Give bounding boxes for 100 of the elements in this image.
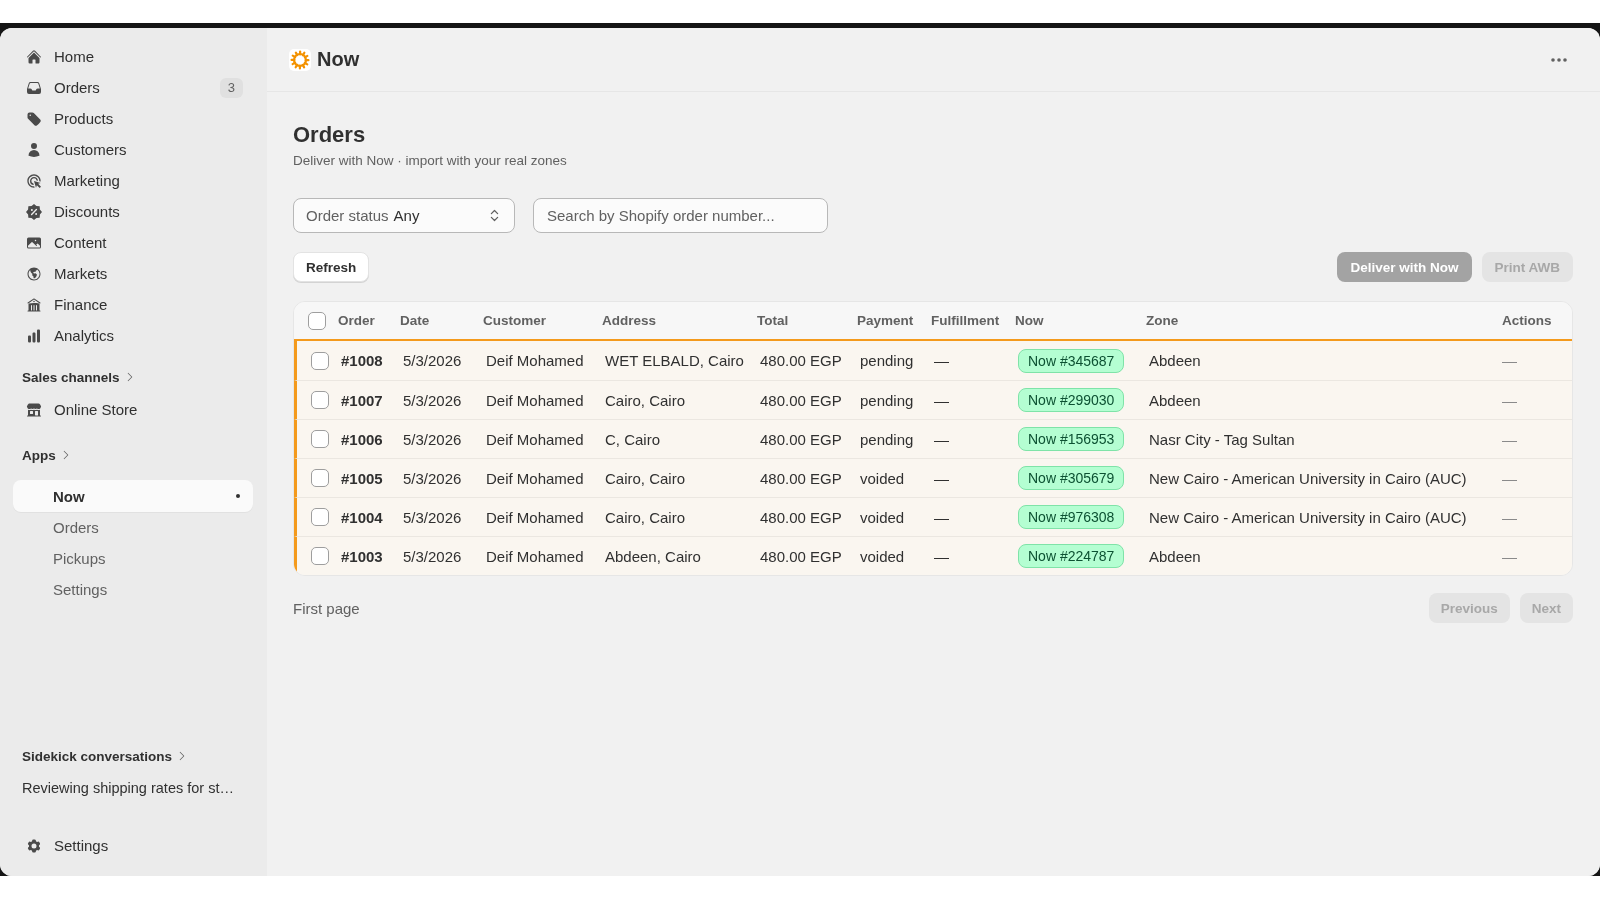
inbox-icon [26,79,42,96]
table-cell-text: 5/3/2026 [403,352,463,369]
order-status-select[interactable]: Order status Any [293,198,515,233]
column-header: Zone [1146,313,1180,328]
table-cell-text: Deif Mohamed [486,352,585,369]
table-cell-text: Deif Mohamed [486,547,585,565]
nav-item[interactable]: Content [13,227,253,258]
table-cell-text: 480.00 EGP [760,508,843,526]
row-checkbox[interactable] [311,508,329,526]
table-cell-text: 5/3/2026 [403,547,463,565]
nav-item[interactable]: Finance [13,289,253,320]
table-cell-text: — [1502,469,1518,487]
delivery-badge: Now #976308 [1018,505,1125,529]
row-checkbox[interactable] [311,469,329,487]
nav-item[interactable]: Settings [13,830,253,861]
order-number[interactable]: #1003 [341,547,403,565]
conversation-link[interactable]: Reviewing shipping rates for st… [0,772,234,804]
nav-item[interactable]: Products [13,103,253,134]
nav-item[interactable]: Online Store [13,394,253,425]
home-icon [26,48,42,65]
nav-item[interactable]: Analytics [13,320,253,351]
select-all-checkbox[interactable] [308,311,326,330]
table-cell-text: Cairo, Cairo [605,391,687,409]
table-cell-text: Abdeen, Cairo [605,547,702,565]
table-cell-text: Cairo, Cairo [605,469,687,487]
table-cell-text: pending [860,352,915,369]
table-cell-text: 5/3/2026 [403,508,463,526]
table-cell-text: Deif Mohamed [486,508,585,526]
nav-item[interactable]: Markets [13,258,253,289]
target-cursor-icon [26,172,42,189]
table-cell-text: voided [860,469,906,487]
table-cell-text: 5/3/2026 [403,391,463,409]
sub-nav-item[interactable]: Orders [13,512,253,543]
table-cell-text: Deif Mohamed [486,391,585,409]
order-number[interactable]: #1007 [341,391,403,409]
order-number[interactable]: #1008 [341,352,403,369]
table-cell-text: — [934,508,950,526]
nav-item[interactable]: Customers [13,134,253,165]
column-header: Total [757,313,790,328]
nav-item[interactable]: Discounts [13,196,253,227]
more-icon [1551,57,1567,62]
row-checkbox[interactable] [311,547,329,565]
table-cell-text: Abdeen [1149,391,1202,409]
section-link[interactable]: Sales channels [0,365,136,389]
table-cell-text: Nasr City - Tag Sultan [1149,430,1296,448]
table-cell-text: voided [860,508,906,526]
globe-icon [26,265,42,282]
percent-badge-icon [26,203,42,220]
column-header: Date [400,313,431,328]
table-cell-text: 5/3/2026 [403,430,463,448]
table-cell-text: — [934,391,950,409]
sub-nav-item[interactable]: Settings [13,574,253,605]
section-link[interactable]: Apps [0,443,72,467]
table-cell-text: — [934,430,950,448]
table-cell-text: 480.00 EGP [760,391,843,409]
count-badge: 3 [219,77,243,98]
delivery-badge: Now #299030 [1018,388,1125,412]
table-cell-text: — [1502,547,1518,565]
dot-icon [236,494,240,498]
column-header: Customer [483,313,547,328]
table-cell-text: — [934,469,950,487]
nav-item[interactable]: Marketing [13,165,253,196]
order-number[interactable]: #1005 [341,469,403,487]
table-cell-text: WET ELBALD, Cairo [605,352,745,369]
order-number[interactable]: #1006 [341,430,403,448]
table-cell-text: Abdeen [1149,547,1202,565]
bar-chart-icon [26,327,42,344]
table-cell-text: 480.00 EGP [760,547,843,565]
page-title: Orders [293,121,367,149]
row-checkbox[interactable] [311,430,329,448]
table-cell-text: Deif Mohamed [486,430,585,448]
tag-icon [26,110,42,127]
section-link[interactable]: Sidekick conversations [0,744,189,768]
column-header: Payment [857,313,915,328]
table-cell-text: voided [860,547,906,565]
delivery-badge: Now #224787 [1018,544,1125,568]
storefront-icon [26,401,42,418]
search-field[interactable]: Search by Shopify order number... [533,198,828,233]
refresh-button[interactable]: Refresh [293,252,370,282]
page-subtitle: Deliver with Now · import with your real zones [293,152,568,170]
table-cell-text: Deif Mohamed [486,469,585,487]
row-checkbox[interactable] [311,391,329,409]
column-header: Actions [1502,313,1553,328]
table-cell-text: — [934,547,950,565]
order-number[interactable]: #1004 [341,508,403,526]
row-checkbox[interactable] [311,351,329,370]
table-cell-text: — [1502,508,1518,526]
table-cell-text: — [1502,430,1518,448]
app-nav-item[interactable]: Now [13,480,253,512]
table-cell-text: New Cairo - American University in Cairo (AUC) [1149,469,1468,487]
table-cell-text: Abdeen [1149,352,1202,369]
delivery-badge: Now #345687 [1018,348,1125,373]
table-cell-text: — [934,352,950,369]
nav-item[interactable]: Orders 3 [13,72,253,103]
table-cell-text: Cairo, Cairo [605,508,687,526]
table-cell-text: 480.00 EGP [760,352,843,369]
nav-item[interactable]: Home [13,41,253,72]
sub-nav-item[interactable]: Pickups [13,543,253,574]
table-cell-text: 480.00 EGP [760,430,843,448]
column-header: Address [602,313,658,328]
